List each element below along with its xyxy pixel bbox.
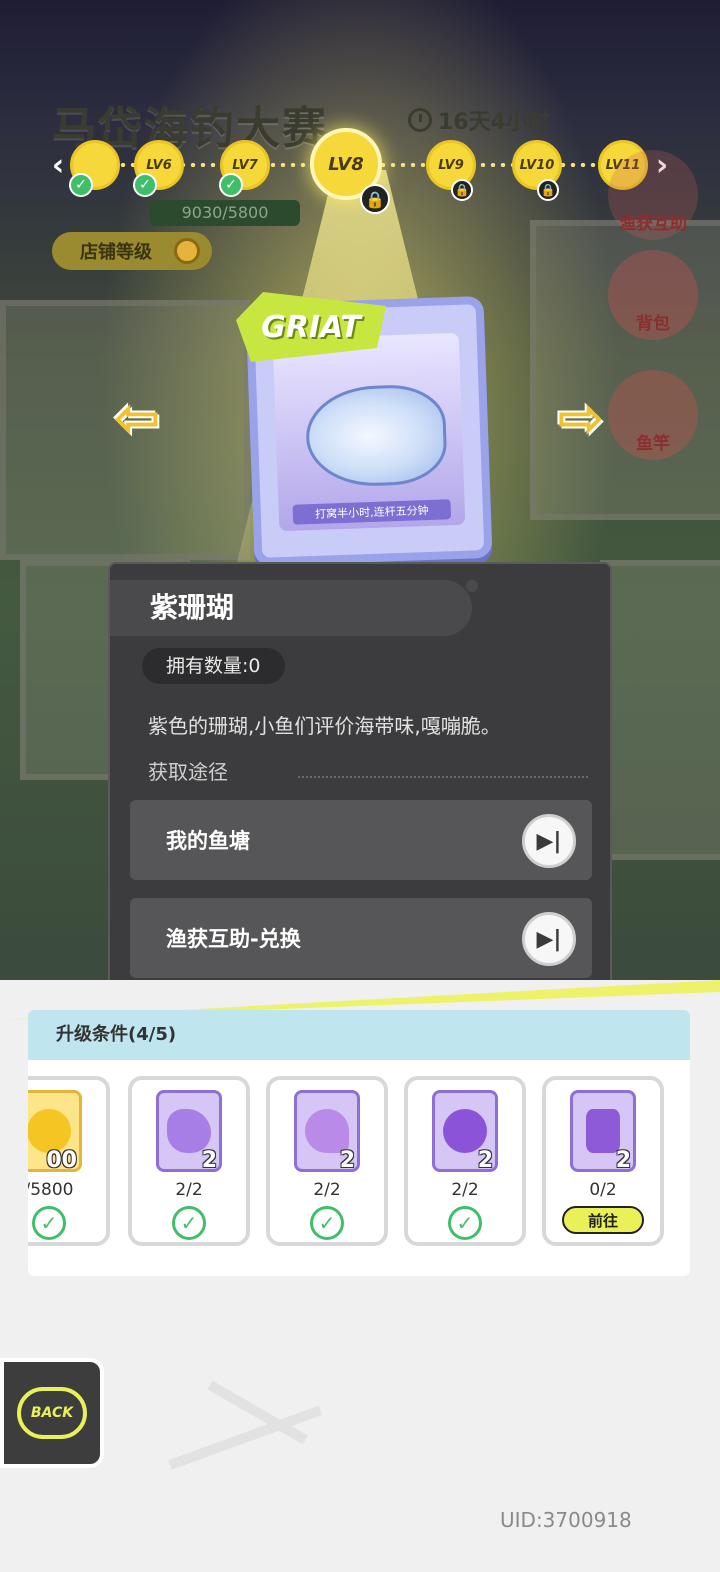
requirement-item[interactable]: 2 0/2 前往 — [542, 1076, 664, 1246]
check-icon: ✓ — [219, 173, 243, 197]
track-prev-arrow[interactable]: ‹ — [48, 148, 68, 183]
item-name: 紫珊瑚 — [110, 580, 472, 636]
source-my-pond[interactable]: 我的鱼塘 ▶| — [130, 800, 592, 880]
lock-icon: 🔒 — [537, 179, 559, 201]
upgrade-conditions: 升级条件(4/5) 00 /5800 ✓ 2 2/2 ✓ 2 2/2 ✓ 2 2… — [28, 1010, 690, 1276]
requirement-item[interactable]: 00 /5800 ✓ — [28, 1076, 110, 1246]
check-icon: ✓ — [32, 1206, 66, 1240]
level-node-lv10[interactable]: LV10 🔒 — [512, 140, 562, 201]
check-icon: ✓ — [172, 1206, 206, 1240]
check-icon: ✓ — [448, 1206, 482, 1240]
level-node-lv6[interactable]: LV6 ✓ — [133, 140, 184, 197]
check-icon: ✓ — [133, 173, 157, 197]
shop-progress: 9030/5800 — [150, 200, 300, 226]
owned-count: 拥有数量:0 — [142, 648, 285, 684]
shop-level-button[interactable]: 店铺等级 — [52, 232, 212, 270]
assist-button[interactable]: 渔获互助 — [608, 150, 698, 240]
back-arrow-icon: BACK — [17, 1387, 87, 1439]
card-caption: 打窝半小时,连杆五分钟 — [292, 499, 452, 525]
check-icon: ✓ — [310, 1206, 344, 1240]
coral-icon: 2 — [570, 1090, 636, 1173]
level-track: ‹ ✓ LV6 ✓ LV7 ✓ LV8 🔒 LV9 🔒 LV10 🔒 LV11 … — [48, 128, 678, 214]
coin-icon: 00 — [28, 1090, 82, 1173]
lock-icon: 🔒 — [451, 179, 473, 201]
pearl-icon: 2 — [432, 1090, 498, 1173]
level-node-lv8[interactable]: LV8 🔒 — [310, 128, 390, 214]
level-node-lv5[interactable]: ✓ — [69, 140, 120, 197]
requirement-list: 00 /5800 ✓ 2 2/2 ✓ 2 2/2 ✓ 2 2/2 ✓ 2 0/2… — [28, 1060, 690, 1276]
divider — [298, 776, 588, 778]
fish-icon — [304, 383, 448, 489]
card-art: 打窝半小时,连杆五分钟 — [272, 332, 466, 532]
lock-icon: 🔒 — [360, 184, 390, 214]
back-button[interactable]: BACK — [0, 1358, 104, 1468]
item-info-panel: 紫珊瑚 拥有数量:0 紫色的珊瑚,小鱼们评价海带味,嘎嘣脆。 获取途径 我的鱼塘… — [108, 562, 612, 1004]
prev-item-arrow[interactable]: ⇦ — [102, 386, 172, 451]
shell-icon: 2 — [294, 1090, 360, 1173]
requirement-item[interactable]: 2 2/2 ✓ — [128, 1076, 250, 1246]
level-node-lv9[interactable]: LV9 🔒 — [426, 140, 476, 201]
go-icon[interactable]: ▶| — [522, 912, 576, 966]
check-icon: ✓ — [69, 173, 93, 197]
goto-button[interactable]: 前往 — [562, 1206, 644, 1234]
source-assist-exchange[interactable]: 渔获互助-兑换 ▶| — [130, 898, 592, 978]
requirement-item[interactable]: 2 2/2 ✓ — [404, 1076, 526, 1246]
go-icon[interactable]: ▶| — [522, 814, 576, 868]
next-item-arrow[interactable]: ⇨ — [546, 386, 616, 451]
magnifier-icon — [174, 238, 200, 264]
requirement-item[interactable]: 2 2/2 ✓ — [266, 1076, 388, 1246]
source-heading: 获取途径 — [148, 760, 228, 784]
item-description: 紫色的珊瑚,小鱼们评价海带味,嘎嘣脆。 — [148, 714, 501, 738]
title-decoration — [466, 580, 478, 592]
bag-button[interactable]: 背包 — [608, 250, 698, 340]
user-id: UID:3700918 — [500, 1508, 632, 1532]
rod-button[interactable]: 鱼竿 — [608, 370, 698, 460]
upgrade-title: 升级条件(4/5) — [28, 1010, 690, 1060]
seaweed-icon: 2 — [156, 1090, 222, 1173]
level-node-lv7[interactable]: LV7 ✓ — [219, 140, 270, 197]
clock-icon — [408, 108, 432, 132]
